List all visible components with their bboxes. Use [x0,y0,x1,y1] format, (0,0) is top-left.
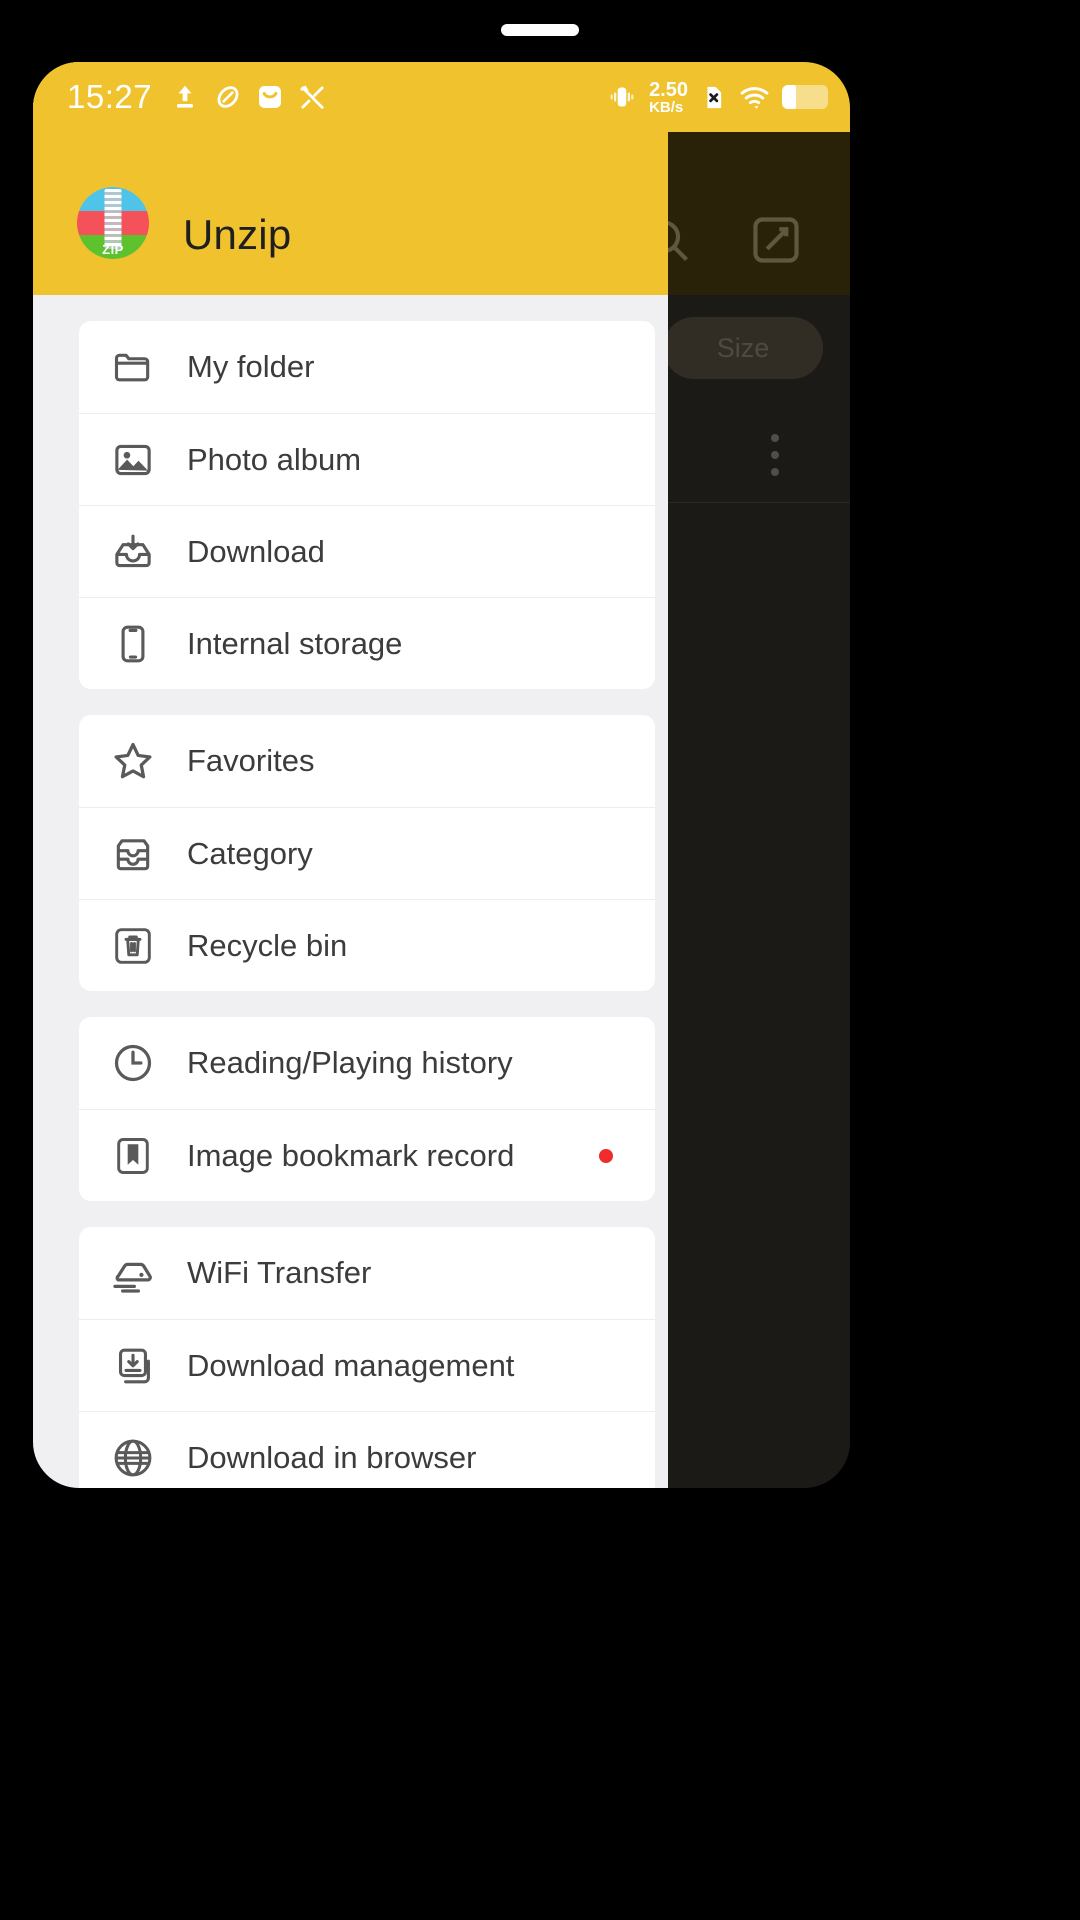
sidebar-item-label: Download in browser [187,1439,477,1475]
wifi-transfer-icon [107,1247,159,1299]
page-title: Unzip [183,211,292,258]
sidebar-item-my-folder[interactable]: My folder [79,321,655,413]
bookmark-icon [107,1130,159,1182]
sidebar-item-label: Download management [187,1347,515,1383]
status-bar: 15:27 2.50 KB/s [33,62,850,132]
download-tray-icon [107,526,159,578]
sim-card-disabled-icon [700,84,727,111]
sidebar-item-internal-storage[interactable]: Internal storage [79,597,655,689]
leaf-oval-icon [214,83,242,111]
image-icon [107,434,159,486]
status-bar-system-icons: 2.50 KB/s [607,80,828,115]
sidebar-item-label: My folder [187,349,315,384]
sidebar-item-label: Recycle bin [187,927,348,963]
upload-arrow-icon [170,82,200,112]
zip-app-icon-label: ZIP [102,242,124,257]
size-sort-button[interactable]: Size [663,317,823,379]
tools-icon [298,83,327,112]
status-badge [599,1148,613,1163]
nav-group-storage: My folder Photo album Download Internal … [79,321,655,689]
sidebar-item-label: Photo album [187,441,362,477]
vibrate-icon [607,82,637,112]
trash-icon [107,920,159,972]
folder-icon [107,341,159,393]
phone-icon [107,618,159,670]
phone-screenshot-frame: Size ZIP Unzip My folder Photo album Dow… [0,0,1080,1920]
sidebar-item-photo-album[interactable]: Photo album [79,413,655,505]
sidebar-item-label: Category [187,835,313,871]
mail-app-icon [256,83,284,111]
sidebar-item-label: Favorites [187,743,315,778]
battery-icon [782,85,828,109]
sidebar-item-image-bookmark-record[interactable]: Image bookmark record [79,1109,655,1201]
category-drawer-icon [107,828,159,880]
sidebar-item-label: Image bookmark record [187,1137,515,1173]
network-speed-value: 2.50 [649,78,688,101]
network-speed-unit: KB/s [649,98,684,116]
sidebar-item-download-in-browser[interactable]: Download in browser [79,1411,655,1488]
wifi-icon [739,82,770,113]
list-divider [668,502,850,503]
sidebar-item-reading-playing-history[interactable]: Reading/Playing history [79,1017,655,1109]
drawer-nav-list: My folder Photo album Download Internal … [33,295,668,1488]
globe-icon [107,1432,159,1484]
status-bar-notification-icons [170,82,327,112]
network-speed-indicator: 2.50 KB/s [649,80,688,115]
clock-icon [107,1037,159,1089]
status-bar-clock: 15:27 [67,78,153,115]
sidebar-item-category[interactable]: Category [79,807,655,899]
edit-square-icon[interactable] [748,212,804,268]
notch-pill [501,24,579,36]
size-sort-label: Size [716,332,770,363]
star-icon [107,735,159,787]
zip-app-icon: ZIP [77,187,149,259]
sidebar-item-favorites[interactable]: Favorites [79,715,655,807]
nav-group-transfer: WiFi Transfer Download management Downlo… [79,1227,655,1488]
sidebar-item-download-management[interactable]: Download management [79,1319,655,1411]
phone-body: Size ZIP Unzip My folder Photo album Dow… [33,62,850,1488]
nav-group-history: Reading/Playing history Image bookmark r… [79,1017,655,1201]
sidebar-item-download[interactable]: Download [79,505,655,597]
sidebar-item-label: WiFi Transfer [187,1255,372,1290]
sidebar-item-label: Download [187,533,325,569]
sidebar-item-label: Internal storage [187,625,403,661]
sidebar-item-recycle-bin[interactable]: Recycle bin [79,899,655,991]
sidebar-item-label: Reading/Playing history [187,1045,513,1080]
more-vertical-icon[interactable] [770,434,780,476]
download-manage-icon [107,1340,159,1392]
sidebar-item-wifi-transfer[interactable]: WiFi Transfer [79,1227,655,1319]
navigation-drawer: ZIP Unzip My folder Photo album Download… [33,62,668,1488]
nav-group-library: Favorites Category Recycle bin [79,715,655,991]
